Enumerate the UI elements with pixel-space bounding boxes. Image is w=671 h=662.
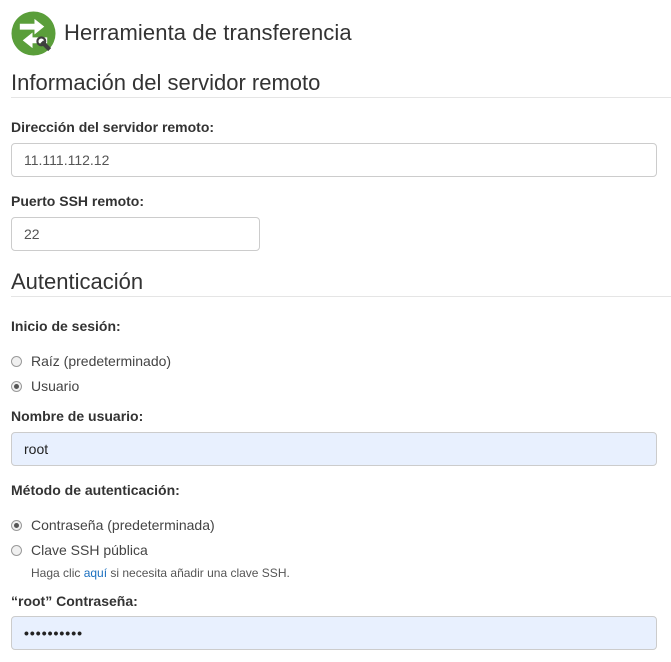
section-divider <box>11 97 671 98</box>
help-suffix: si necesita añadir una clave SSH. <box>107 566 290 580</box>
auth-method-label: Método de autenticación: <box>11 482 180 498</box>
login-option-label: Raíz (predeterminado) <box>31 353 172 369</box>
ssh-key-help-text: Haga clic aquí si necesita añadir una cl… <box>31 566 290 580</box>
password-value: •••••••••• <box>24 625 84 641</box>
ssh-port-value: 22 <box>24 226 40 242</box>
login-option-root[interactable]: Raíz (predeterminado) <box>11 353 171 369</box>
auth-option-label: Contraseña (predeterminada) <box>31 517 215 533</box>
auth-section-title: Autenticación <box>11 269 144 294</box>
remote-address-input[interactable]: 11.111.112.12 <box>11 143 657 177</box>
radio-button[interactable] <box>11 519 22 531</box>
page-title: Herramienta de transferencia <box>64 20 352 45</box>
password-input[interactable]: •••••••••• <box>11 616 657 650</box>
help-prefix: Haga clic <box>31 566 84 580</box>
auth-option-password[interactable]: Contraseña (predeterminada) <box>11 517 215 533</box>
username-value: root <box>24 441 49 457</box>
radio-button[interactable] <box>11 544 22 556</box>
app-header: Herramienta de transferencia <box>11 10 352 56</box>
add-ssh-key-link[interactable]: aquí <box>84 566 107 580</box>
remote-server-section-title: Información del servidor remoto <box>11 70 321 95</box>
address-label: Dirección del servidor remoto: <box>11 119 215 135</box>
auth-option-ssh-key[interactable]: Clave SSH pública <box>11 542 148 558</box>
ssh-port-input[interactable]: 22 <box>11 217 260 251</box>
username-input[interactable]: root <box>11 432 657 466</box>
section-divider <box>11 296 671 297</box>
radio-button[interactable] <box>11 380 22 392</box>
login-option-label: Usuario <box>31 378 80 394</box>
password-label: “root” Contraseña: <box>11 593 138 609</box>
login-label: Inicio de sesión: <box>11 318 121 334</box>
username-label: Nombre de usuario: <box>11 408 144 424</box>
port-label: Puerto SSH remoto: <box>11 193 145 209</box>
remote-address-value: 11.111.112.12 <box>24 152 110 168</box>
login-option-user[interactable]: Usuario <box>11 378 79 394</box>
radio-button[interactable] <box>11 355 22 367</box>
transfer-tool-icon <box>11 10 56 56</box>
auth-option-label: Clave SSH pública <box>31 542 148 558</box>
